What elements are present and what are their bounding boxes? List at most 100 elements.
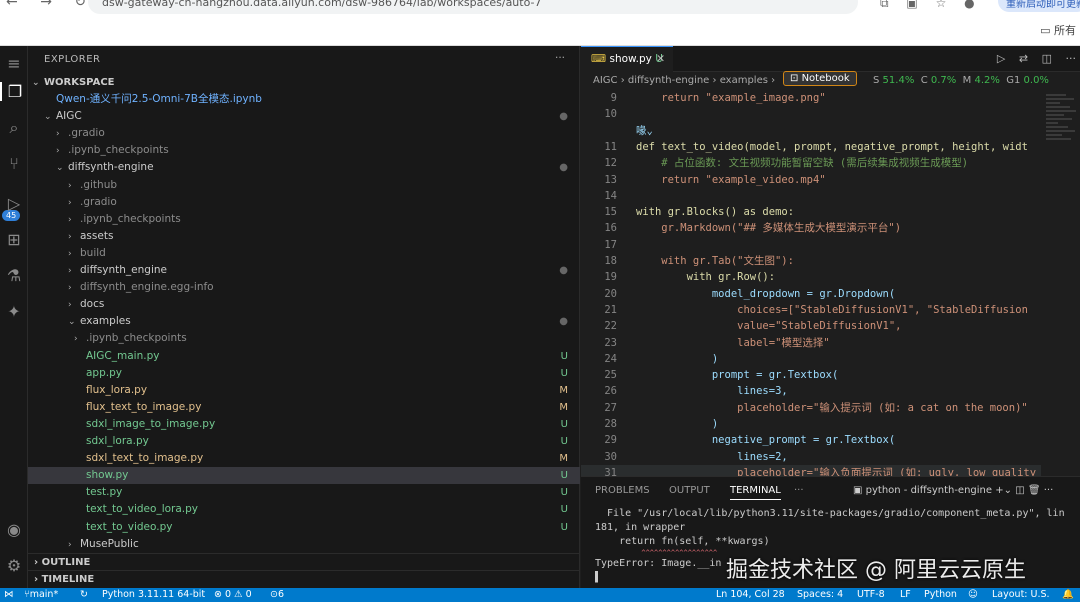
explorer-title: EXPLORER <box>44 54 101 65</box>
folder-item[interactable]: › .github <box>28 177 580 194</box>
add-terminal-icon[interactable]: +⌄ <box>995 485 1012 496</box>
tab-show-py[interactable]: ⌨ show.py U ✕ <box>581 46 673 72</box>
folder-item[interactable]: › diffsynth_engine.egg-info <box>28 279 580 296</box>
menu-icon[interactable]: ≡ <box>0 54 28 73</box>
remote-indicator-icon[interactable]: ⋈ <box>4 588 14 602</box>
chevron-right-icon: › <box>68 266 72 276</box>
run-icon[interactable]: ▷ <box>997 52 1005 65</box>
code-editor[interactable]: 9 return "example_image.png" 10 喙⌄ 11 def te… <box>581 92 1080 482</box>
line-ending[interactable]: LF <box>900 588 911 602</box>
file-item[interactable]: flux_text_to_image.py M <box>28 399 580 416</box>
screenshot-icon[interactable]: ▣ <box>906 0 917 10</box>
chevron-right-icon: › <box>56 129 60 140</box>
tab-problems[interactable]: PROBLEMS <box>595 485 650 496</box>
folder-item[interactable]: › MusePublic <box>28 536 580 553</box>
line-number: 26 <box>604 385 617 398</box>
panel-more-icon[interactable]: ··· <box>794 485 804 496</box>
folder-item[interactable]: › .ipynb_checkpoints <box>28 330 580 347</box>
file-item[interactable]: AIGC_main.py U <box>28 348 580 365</box>
chevron-right-icon: › <box>34 557 42 568</box>
line-number: 14 <box>604 189 617 202</box>
folder-item[interactable]: › diffsynth_engine ● <box>28 262 580 279</box>
feedback-icon[interactable]: ☺ <box>968 588 978 602</box>
forward-icon[interactable]: → <box>40 0 52 10</box>
address-bar[interactable]: dsw-gateway-cn-hangzhou.data.aliyun.com/… <box>88 0 858 14</box>
back-icon[interactable]: ← <box>6 0 18 10</box>
file-item[interactable]: sdxl_lora.py U <box>28 433 580 450</box>
search-icon[interactable]: ⌕ <box>0 118 28 138</box>
folder-item[interactable]: › .gradio <box>28 194 580 211</box>
python-interpreter[interactable]: Python 3.11.11 64-bit <box>102 588 205 602</box>
tab-icon[interactable]: ⧉ <box>880 0 889 10</box>
update-button[interactable]: 重新启动即可更新 <box>998 0 1080 12</box>
indentation[interactable]: Spaces: 4 <box>797 588 843 602</box>
close-icon[interactable]: ✕ <box>656 53 665 65</box>
extensions-icon[interactable]: ⊞ <box>0 230 28 249</box>
star-icon[interactable]: ☆ <box>936 0 947 10</box>
git-status-badge: ● <box>559 265 568 276</box>
language-mode[interactable]: Python <box>924 588 957 602</box>
status-bar: ⋈ ⑂ main* ↻ Python 3.11.11 64-bit ⊗ 0 ⚠ … <box>0 588 1080 602</box>
compare-icon[interactable]: ⇄ <box>1019 52 1028 65</box>
more-actions-icon[interactable]: ··· <box>1066 52 1077 65</box>
folder-item[interactable]: › docs <box>28 296 580 313</box>
file-item[interactable]: text_to_video_lora.py U <box>28 501 580 518</box>
minimap[interactable] <box>1042 92 1080 292</box>
notifications-icon[interactable]: 🔔 <box>1062 588 1074 602</box>
file-item[interactable]: app.py U <box>28 365 580 382</box>
file-item[interactable]: sdxl_image_to_image.py U <box>28 416 580 433</box>
file-item[interactable]: sdxl_text_to_image.py M <box>28 450 580 467</box>
workspace-header[interactable]: ⌄ WORKSPACE <box>28 74 580 91</box>
account-icon[interactable]: ◉ <box>0 520 28 539</box>
folder-icon: ▭ <box>1040 24 1051 37</box>
trash-icon[interactable]: 🗑 <box>1028 485 1041 496</box>
code-text: ) <box>636 352 719 365</box>
folder-item[interactable]: ⌄ AIGC ● <box>28 108 580 125</box>
branch-indicator[interactable]: ⑂ main* <box>24 588 58 602</box>
folder-item[interactable]: › build <box>28 245 580 262</box>
keyboard-layout[interactable]: Layout: U.S. <box>992 588 1050 602</box>
terminal-line: 181, in wrapper <box>595 522 686 533</box>
split-terminal-icon[interactable]: ◫ <box>1015 485 1024 496</box>
file-item[interactable]: show.py U <box>28 467 580 485</box>
reload-icon[interactable]: ↻ <box>74 0 86 10</box>
problems-indicator[interactable]: ⊗ 0 ⚠ 0 <box>214 588 252 602</box>
file-item[interactable]: flux_lora.py M <box>28 382 580 399</box>
terminal-selector[interactable]: ▣ python - diffsynth-engine +⌄ ◫ 🗑 ··· <box>853 485 1053 496</box>
folder-item[interactable]: › .ipynb_checkpoints <box>28 211 580 228</box>
file-item[interactable]: test.py U <box>28 484 580 501</box>
tree-item-label: text_to_video.py <box>86 520 173 533</box>
bookmarks-folder[interactable]: ▭ 所有 <box>1040 22 1076 38</box>
tree-item-label: test.py <box>86 486 123 499</box>
folder-item[interactable]: › assets <box>28 228 580 245</box>
encoding[interactable]: UTF-8 <box>857 588 885 602</box>
file-item[interactable]: text_to_video.py U <box>28 519 580 536</box>
more-icon[interactable]: ··· <box>1044 485 1054 496</box>
line-number: 17 <box>604 238 617 251</box>
sync-icon[interactable]: ↻ <box>80 588 88 602</box>
tab-output[interactable]: OUTPUT <box>669 485 710 496</box>
settings-gear-icon[interactable]: ⚙ <box>0 556 28 575</box>
folder-item[interactable]: ⌄ examples ● <box>28 313 580 330</box>
folder-item[interactable]: › .gradio <box>28 125 580 142</box>
file-item[interactable]: Qwen-通义千问2.5-Omni-7B全模态.ipynb <box>28 91 580 108</box>
testing-icon[interactable]: ⚗ <box>0 266 28 285</box>
notebook-badge[interactable]: ⊡ Notebook <box>783 71 857 86</box>
remote-icon[interactable]: ✦ <box>0 302 28 321</box>
outline-section[interactable]: › OUTLINE <box>28 553 580 570</box>
split-editor-icon[interactable]: ◫ <box>1042 52 1052 65</box>
profile-icon[interactable]: ● <box>964 0 974 10</box>
timeline-section[interactable]: › TIMELINE <box>28 570 580 587</box>
explorer-icon[interactable]: ❐ <box>0 82 28 101</box>
ports-indicator[interactable]: ⊙ 6 <box>270 588 284 602</box>
source-control-icon[interactable]: ⑂ <box>0 154 28 173</box>
tab-terminal[interactable]: TERMINAL <box>730 485 781 500</box>
git-status-badge: U <box>560 487 568 499</box>
cursor-position[interactable]: Ln 104, Col 28 <box>716 588 785 602</box>
code-line: 16 gr.Markdown("## 多媒体生成大模型演示平台") <box>581 220 1041 236</box>
run-debug-icon[interactable]: ▷ <box>0 194 28 213</box>
explorer-more-icon[interactable]: ··· <box>555 52 565 64</box>
folder-item[interactable]: ⌄ diffsynth-engine ● <box>28 159 580 176</box>
folder-item[interactable]: › .ipynb_checkpoints <box>28 142 580 159</box>
watermark: 掘金技术社区 @ 阿里云云原生 <box>726 558 1026 583</box>
